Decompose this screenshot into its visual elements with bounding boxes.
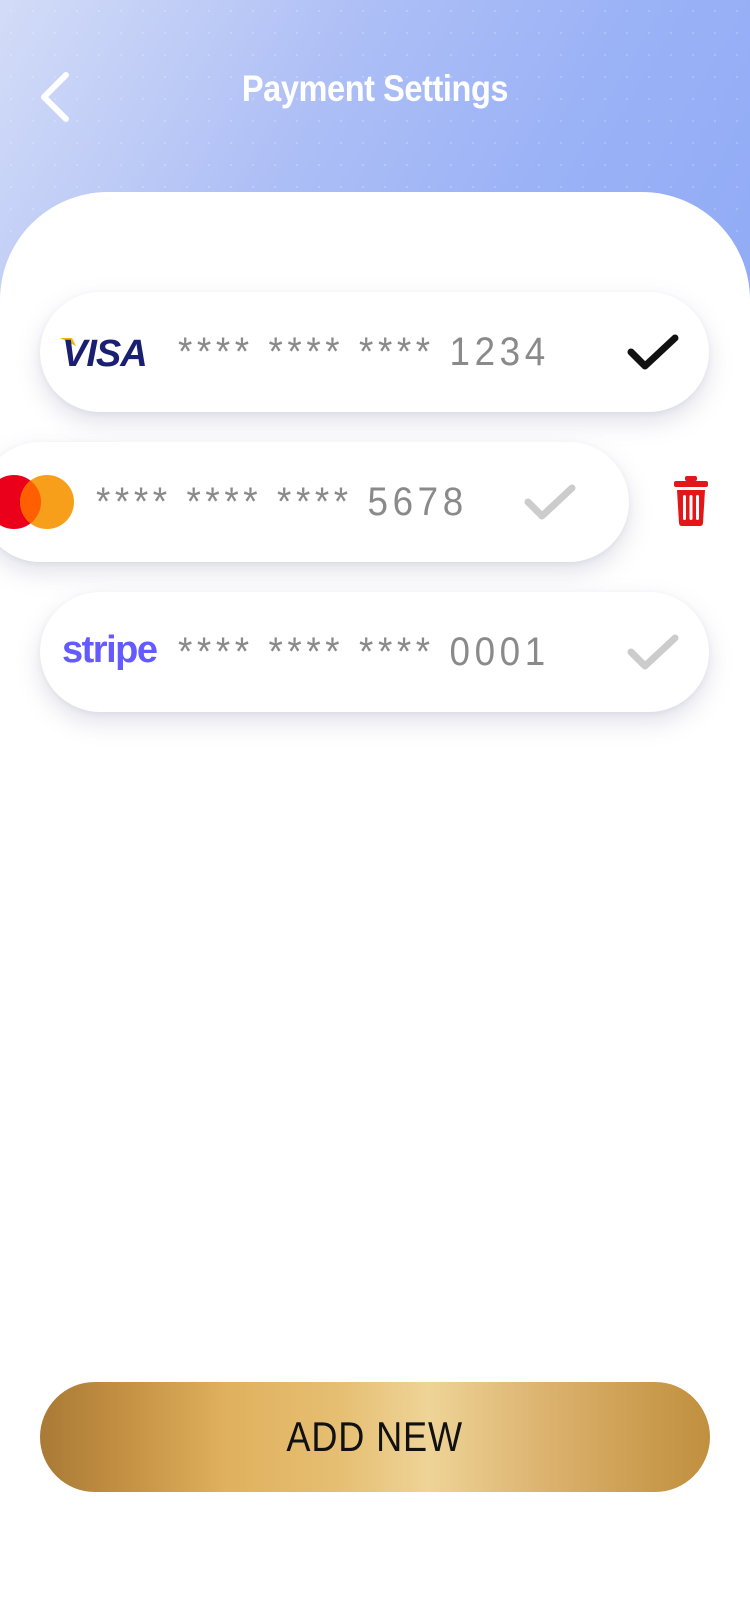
card-number: **** **** **** 0001 xyxy=(178,629,550,674)
add-new-button[interactable]: ADD NEW xyxy=(40,1382,710,1492)
stripe-logo-text: stripe xyxy=(62,629,157,671)
check-icon[interactable] xyxy=(623,322,683,382)
visa-logo: VISA xyxy=(58,326,162,376)
visa-logo-text: VISA xyxy=(62,333,147,375)
card-number: **** **** **** 5678 xyxy=(96,479,468,524)
delete-card-button[interactable] xyxy=(666,470,716,532)
trash-icon xyxy=(674,476,708,526)
payment-card-mastercard[interactable]: **** **** **** 5678 xyxy=(0,442,629,562)
stripe-logo: stripe xyxy=(62,624,166,680)
mastercard-logo xyxy=(0,473,80,531)
page-title: Payment Settings xyxy=(241,68,509,109)
card-number: **** **** **** 1234 xyxy=(178,329,550,374)
payment-card-stripe[interactable]: stripe **** **** **** 0001 xyxy=(40,592,709,712)
payment-card-visa[interactable]: VISA **** **** **** 1234 xyxy=(40,292,709,412)
add-new-label: ADD NEW xyxy=(286,1413,464,1460)
check-icon[interactable] xyxy=(623,622,683,682)
check-icon[interactable] xyxy=(520,472,580,532)
